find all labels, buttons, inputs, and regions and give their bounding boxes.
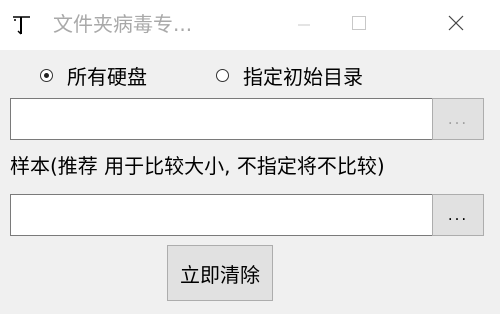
directory-input[interactable]: [10, 98, 434, 140]
radio-specify-directory-indicator[interactable]: [216, 68, 229, 82]
radio-specify-directory[interactable]: 指定初始目录: [216, 62, 363, 89]
title-bar[interactable]: 文件夹病毒专...: [0, 0, 500, 50]
minimize-icon: [297, 16, 311, 35]
clear-now-button[interactable]: 立即清除: [167, 245, 273, 301]
main-window: 文件夹病毒专... 所有硬盘 指定初始目录 ... 样本(推荐 用于比较大小, …: [0, 0, 500, 314]
radio-specify-directory-label: 指定初始目录: [243, 64, 363, 89]
sample-input[interactable]: [10, 194, 434, 236]
radio-all-drives-indicator[interactable]: [40, 68, 53, 82]
radio-all-drives[interactable]: 所有硬盘: [40, 62, 147, 89]
radio-all-drives-label: 所有硬盘: [67, 64, 147, 89]
maximize-icon: [351, 15, 367, 35]
directory-browse-button[interactable]: ...: [432, 98, 484, 140]
app-icon: [10, 12, 34, 38]
window-title: 文件夹病毒专...: [53, 12, 193, 36]
close-icon: [447, 14, 465, 36]
minimize-button[interactable]: [280, 0, 328, 50]
sample-browse-button[interactable]: ...: [432, 194, 484, 236]
close-button[interactable]: [428, 0, 484, 50]
sample-label: 样本(推荐 用于比较大小, 不指定将不比较): [10, 154, 385, 178]
maximize-button[interactable]: [335, 0, 383, 50]
